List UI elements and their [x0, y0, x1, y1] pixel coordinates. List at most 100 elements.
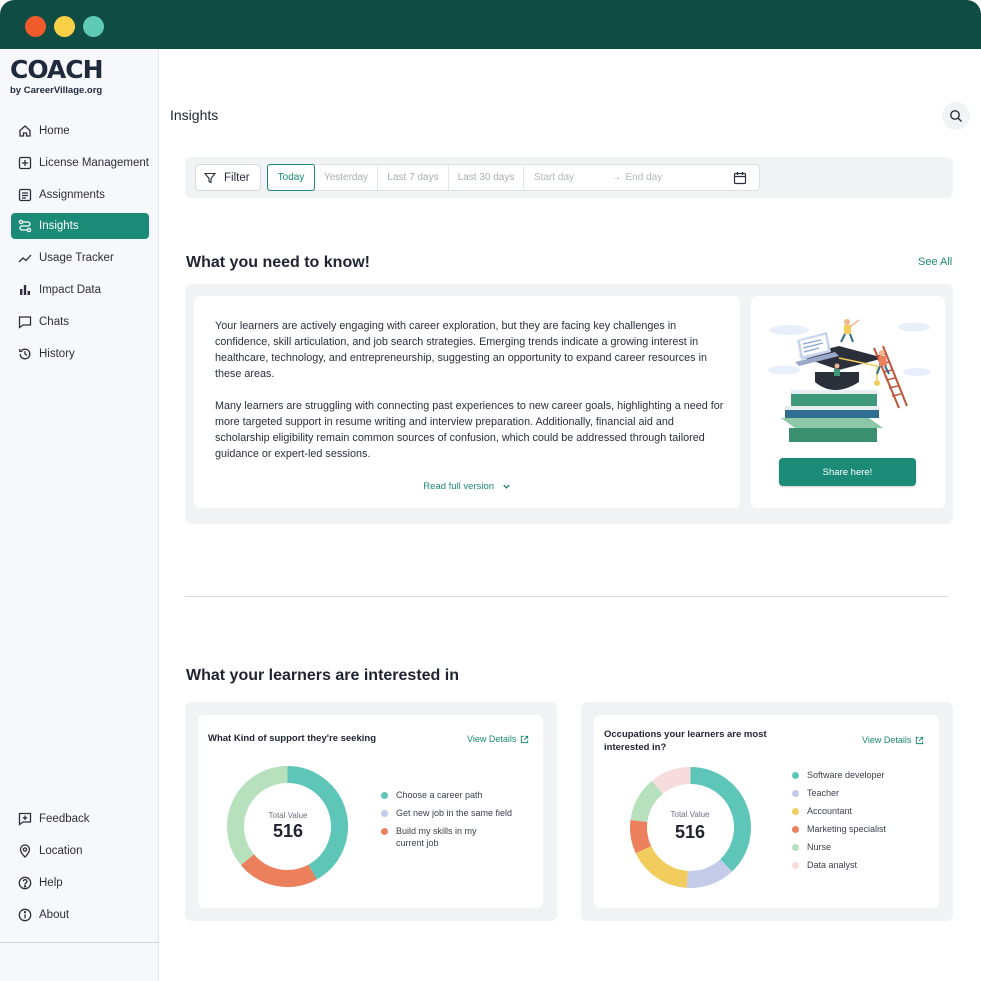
- page-title: Insights: [170, 107, 219, 123]
- legend-label: Teacher: [807, 788, 840, 798]
- filter-button[interactable]: Filter: [195, 164, 261, 191]
- coach-logo[interactable]: COACH by CareerVillage.org: [10, 57, 104, 97]
- view-details-label: View Details: [467, 734, 517, 744]
- calendar-icon[interactable]: [733, 171, 747, 185]
- sidebar-item-usage-tracker[interactable]: Usage Tracker: [11, 245, 149, 271]
- occupations-chart-card: Occupations your learners are most inter…: [594, 715, 939, 908]
- view-details-label: View Details: [862, 735, 912, 745]
- view-details-link[interactable]: View Details: [467, 734, 529, 744]
- sidebar-item-label: Insights: [39, 220, 79, 233]
- legend-item: Data analyst: [792, 859, 932, 871]
- legend-label: Data analyst: [807, 860, 858, 870]
- range-yesterday[interactable]: Yesterday: [315, 165, 378, 190]
- list-icon: [18, 188, 32, 202]
- bar-chart-icon: [18, 283, 32, 297]
- sidebar-item-label: Feedback: [39, 813, 90, 825]
- start-day-input[interactable]: Start day: [534, 172, 574, 183]
- sidebar-item-label: Impact Data: [39, 283, 101, 296]
- trend-line-icon: [18, 251, 32, 265]
- total-value-label: Total Value: [670, 810, 710, 819]
- sidebar-item-impact-data[interactable]: Impact Data: [11, 277, 149, 303]
- funnel-icon: [204, 172, 216, 183]
- range-today[interactable]: Today: [267, 164, 315, 191]
- range-last-7-days[interactable]: Last 7 days: [378, 165, 449, 190]
- title-bar: [0, 0, 981, 49]
- sidebar-nav: Home License Management Assignments Insi…: [11, 118, 149, 372]
- insight-paragraph: Many learners are struggling with connec…: [215, 400, 724, 460]
- end-day-input[interactable]: End day: [626, 172, 663, 183]
- sidebar-item-insights[interactable]: Insights: [11, 213, 149, 240]
- insight-paragraph: Your learners are actively engaging with…: [215, 320, 707, 380]
- search-button[interactable]: [942, 102, 970, 130]
- legend-swatch: [792, 862, 799, 869]
- home-icon: [18, 124, 32, 138]
- sidebar: COACH by CareerVillage.org Home License …: [0, 49, 159, 981]
- search-icon: [950, 110, 962, 122]
- donut-segment[interactable]: [240, 853, 317, 887]
- legend-swatch: [792, 790, 799, 797]
- total-value: 516: [272, 821, 304, 841]
- donut-segment[interactable]: [630, 819, 652, 854]
- custom-date-range[interactable]: Start day → End day: [524, 165, 759, 190]
- arrow-right-icon: →: [611, 172, 622, 183]
- legend-swatch: [792, 772, 799, 779]
- feedback-icon: [18, 812, 32, 826]
- occupations-card-panel: Occupations your learners are most inter…: [581, 702, 953, 921]
- sidebar-item-help[interactable]: Help: [11, 870, 149, 896]
- sidebar-item-label: Help: [39, 877, 63, 889]
- share-button[interactable]: Share here!: [779, 458, 916, 486]
- legend-label: Software developer: [807, 770, 885, 780]
- see-all-link[interactable]: See All: [918, 256, 952, 268]
- share-card: Share here!: [751, 296, 945, 508]
- legend-item: Accountant: [792, 805, 932, 817]
- help-icon: [18, 876, 32, 890]
- view-details-link[interactable]: View Details: [862, 735, 924, 745]
- sidebar-item-history[interactable]: History: [11, 341, 149, 367]
- sidebar-item-chats[interactable]: Chats: [11, 309, 149, 335]
- donut-segment[interactable]: [635, 845, 689, 888]
- chart-title: Occupations your learners are most inter…: [604, 729, 767, 753]
- total-value: 516: [674, 822, 706, 842]
- legend-swatch: [792, 844, 799, 851]
- graduation-illustration: [768, 319, 931, 442]
- sidebar-divider: [0, 942, 159, 943]
- filter-bar: Filter Today Yesterday Last 7 days Last …: [185, 157, 953, 198]
- range-last-30-days[interactable]: Last 30 days: [449, 165, 524, 190]
- minimize-window-button[interactable]: [54, 16, 75, 37]
- close-window-button[interactable]: [25, 16, 46, 37]
- donut-segment[interactable]: [651, 767, 691, 795]
- section-title-know: What you need to know!: [186, 254, 370, 271]
- read-full-version-link[interactable]: Read full version: [194, 481, 740, 492]
- legend-swatch: [792, 826, 799, 833]
- filter-label: Filter: [224, 171, 250, 184]
- sidebar-item-about[interactable]: About: [11, 902, 149, 928]
- sidebar-item-label: Home: [39, 125, 70, 137]
- legend-swatch: [381, 828, 388, 835]
- support-card-panel: What Kind of support they're seeking Vie…: [185, 702, 557, 921]
- sidebar-item-assignments[interactable]: Assignments: [11, 182, 149, 208]
- legend-label: Marketing specialist: [807, 824, 887, 834]
- legend-swatch: [792, 808, 799, 815]
- sidebar-item-feedback[interactable]: Feedback: [11, 806, 149, 832]
- legend-label: Get new job in the same field: [396, 808, 513, 818]
- sidebar-item-label: License Management: [39, 156, 149, 169]
- sidebar-item-license-management[interactable]: License Management: [11, 150, 149, 176]
- legend-item: Nurse: [792, 841, 932, 853]
- maximize-window-button[interactable]: [83, 16, 104, 37]
- main-content: Insights Filter Today Yesterday Last 7 d…: [160, 49, 981, 981]
- donut-segment[interactable]: [686, 858, 732, 888]
- legend-label: Build my skills in my current job: [396, 826, 477, 848]
- donut-segment[interactable]: [690, 767, 751, 872]
- info-icon: [18, 908, 32, 922]
- legend-swatch: [381, 810, 388, 817]
- legend-label: Nurse: [807, 842, 832, 852]
- sidebar-item-label: Usage Tracker: [39, 252, 114, 265]
- section-divider: [185, 596, 949, 597]
- sidebar-item-location[interactable]: Location: [11, 838, 149, 864]
- chart-title: What Kind of support they're seeking: [208, 733, 376, 744]
- logo-byline: by CareerVillage.org: [10, 85, 103, 96]
- external-link-icon: [916, 736, 924, 744]
- legend-item: Build my skills in my current job: [381, 825, 491, 849]
- sidebar-item-home[interactable]: Home: [11, 118, 149, 144]
- history-icon: [18, 347, 32, 361]
